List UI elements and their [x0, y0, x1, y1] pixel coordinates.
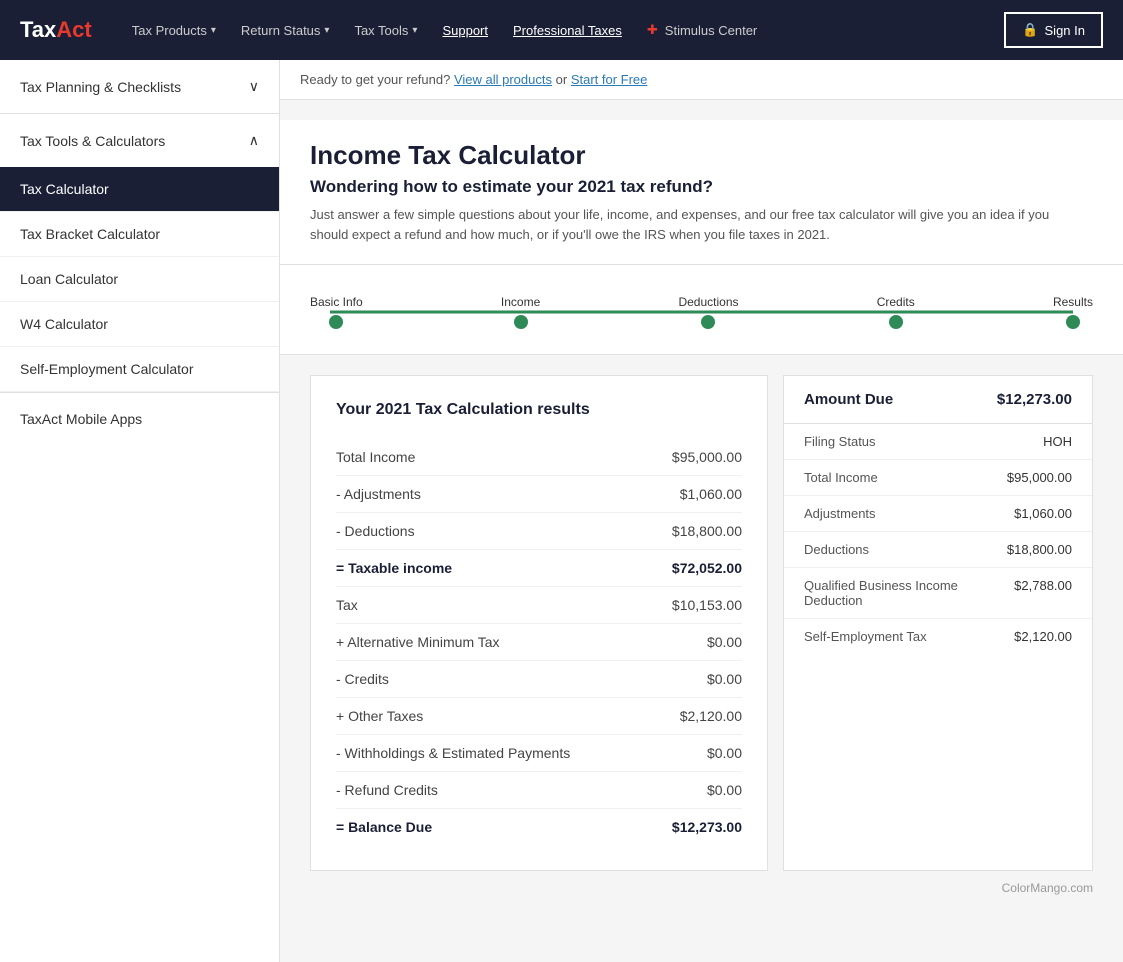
sidebar-item-loan-calculator[interactable]: Loan Calculator [0, 257, 279, 302]
calculator-header: Income Tax Calculator Wondering how to e… [280, 120, 1123, 265]
sidebar-section-planning-header[interactable]: Tax Planning & Checklists ∨ [0, 60, 279, 113]
row-withholdings: - Withholdings & Estimated Payments $0.0… [336, 735, 742, 772]
chevron-down-icon: ▾ [412, 25, 417, 36]
progress-step-deductions[interactable]: Deductions [678, 295, 738, 329]
row-adjustments: - Adjustments $1,060.00 [336, 476, 742, 513]
progress-step-credits[interactable]: Credits [877, 295, 915, 329]
step-dot [1066, 315, 1080, 329]
nav-tax-products[interactable]: Tax Products ▾ [122, 15, 226, 46]
page-title: Income Tax Calculator [310, 140, 1093, 171]
step-dot [329, 315, 343, 329]
sidebar-section-tools: Tax Tools & Calculators ∧ Tax Calculator… [0, 114, 279, 393]
nav-support[interactable]: Support [432, 15, 498, 46]
page-layout: Tax Planning & Checklists ∨ Tax Tools & … [0, 60, 1123, 962]
logo-tax: Tax [20, 17, 56, 43]
row-alternative-min-tax: + Alternative Minimum Tax $0.00 [336, 624, 742, 661]
top-banner: Ready to get your refund? View all produ… [280, 60, 1123, 100]
row-balance-due: = Balance Due $12,273.00 [336, 809, 742, 845]
summary-total-income: Total Income $95,000.00 [784, 460, 1092, 496]
main-nav: Tax Products ▾ Return Status ▾ Tax Tools… [122, 14, 1005, 46]
summary-deductions: Deductions $18,800.00 [784, 532, 1092, 568]
summary-header: Amount Due $12,273.00 [784, 376, 1092, 424]
progress-step-basic-info[interactable]: Basic Info [310, 295, 363, 329]
row-refund-credits: - Refund Credits $0.00 [336, 772, 742, 809]
sidebar: Tax Planning & Checklists ∨ Tax Tools & … [0, 60, 280, 962]
row-tax: Tax $10,153.00 [336, 587, 742, 624]
progress-step-income[interactable]: Income [501, 295, 540, 329]
calc-description: Just answer a few simple questions about… [310, 205, 1060, 244]
progress-steps: Basic Info Income Deductions Credits [310, 295, 1093, 329]
summary-self-employment-tax: Self-Employment Tax $2,120.00 [784, 619, 1092, 654]
step-dot [889, 315, 903, 329]
progress-bar: Basic Info Income Deductions Credits [310, 295, 1093, 329]
sign-in-button[interactable]: 🔒 Sign In [1004, 12, 1103, 48]
header: TaxAct Tax Products ▾ Return Status ▾ Ta… [0, 0, 1123, 60]
summary-box: Amount Due $12,273.00 Filing Status HOH … [783, 375, 1093, 871]
row-other-taxes: + Other Taxes $2,120.00 [336, 698, 742, 735]
chevron-up-icon: ∧ [249, 132, 259, 149]
step-dot [701, 315, 715, 329]
progress-section: Basic Info Income Deductions Credits [280, 265, 1123, 355]
main-content: Ready to get your refund? View all produ… [280, 60, 1123, 962]
row-taxable-income: = Taxable income $72,052.00 [336, 550, 742, 587]
sidebar-item-self-employment[interactable]: Self-Employment Calculator [0, 347, 279, 392]
summary-qbi-deduction: Qualified Business Income Deduction $2,7… [784, 568, 1092, 619]
progress-step-results[interactable]: Results [1053, 295, 1093, 329]
nav-tax-tools[interactable]: Tax Tools ▾ [344, 15, 427, 46]
logo[interactable]: TaxAct [20, 17, 92, 43]
summary-filing-status: Filing Status HOH [784, 424, 1092, 460]
results-section: Your 2021 Tax Calculation results Total … [280, 375, 1123, 871]
lock-icon: 🔒 [1022, 22, 1038, 38]
amount-due-label: Amount Due [804, 391, 893, 408]
sidebar-item-tax-calculator[interactable]: Tax Calculator [0, 167, 279, 212]
view-all-products-link[interactable]: View all products [454, 72, 552, 87]
nav-return-status[interactable]: Return Status ▾ [231, 15, 340, 46]
calc-subtitle: Wondering how to estimate your 2021 tax … [310, 177, 1093, 197]
amount-due-value: $12,273.00 [997, 391, 1072, 408]
calculation-title: Your 2021 Tax Calculation results [336, 401, 742, 419]
summary-adjustments: Adjustments $1,060.00 [784, 496, 1092, 532]
row-credits: - Credits $0.00 [336, 661, 742, 698]
nav-professional-taxes[interactable]: Professional Taxes [503, 15, 632, 46]
nav-stimulus-center[interactable]: ✚ Stimulus Center [637, 14, 767, 46]
row-deductions: - Deductions $18,800.00 [336, 513, 742, 550]
chevron-down-icon: ▾ [324, 25, 329, 36]
sidebar-section-planning: Tax Planning & Checklists ∨ [0, 60, 279, 114]
calculation-box: Your 2021 Tax Calculation results Total … [310, 375, 768, 871]
sidebar-item-tax-bracket[interactable]: Tax Bracket Calculator [0, 212, 279, 257]
plus-icon: ✚ [647, 22, 658, 38]
chevron-down-icon: ▾ [211, 25, 216, 36]
sidebar-item-w4-calculator[interactable]: W4 Calculator [0, 302, 279, 347]
logo-act: Act [56, 17, 91, 43]
sidebar-item-mobile-apps[interactable]: TaxAct Mobile Apps [0, 393, 279, 445]
chevron-down-icon: ∨ [249, 78, 259, 95]
sidebar-section-tools-header[interactable]: Tax Tools & Calculators ∧ [0, 114, 279, 167]
row-total-income: Total Income $95,000.00 [336, 439, 742, 476]
step-dot [514, 315, 528, 329]
watermark: ColorMango.com [280, 871, 1123, 905]
start-for-free-link[interactable]: Start for Free [571, 72, 648, 87]
